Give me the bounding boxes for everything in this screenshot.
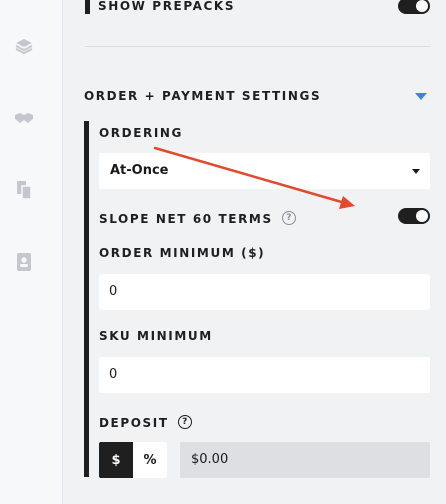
order-minimum-input[interactable]: 0 <box>99 274 430 310</box>
deposit-row: DEPOSIT ? <box>99 412 192 431</box>
sidebar <box>0 0 63 504</box>
ordering-select[interactable]: At-Once <box>99 153 430 189</box>
order-payment-settings-header[interactable]: ORDER + PAYMENT SETTINGS <box>84 89 321 103</box>
sku-minimum-input[interactable]: 0 <box>99 357 430 393</box>
order-minimum-value: 0 <box>109 284 118 299</box>
layers-icon[interactable] <box>14 36 34 56</box>
handshake-icon[interactable] <box>14 108 34 128</box>
slope-terms-toggle[interactable] <box>398 208 430 224</box>
documents-icon-svg <box>17 181 32 200</box>
contact-card-icon-svg <box>17 253 31 271</box>
collapse-caret-icon[interactable] <box>415 93 427 100</box>
layers-icon-svg <box>15 39 33 54</box>
arrow-head <box>339 196 355 209</box>
chevron-down-icon <box>412 169 420 174</box>
help-icon[interactable]: ? <box>281 210 296 225</box>
toggle-knob <box>416 210 428 222</box>
show-prepacks-toggle[interactable] <box>398 0 430 14</box>
section-accent-bar <box>85 0 90 14</box>
group-accent-bar <box>84 121 89 477</box>
deposit-label: DEPOSIT <box>99 416 169 430</box>
divider <box>85 46 430 47</box>
slope-terms-label: SLOPE NET 60 TERMS <box>99 212 273 226</box>
contact-card-icon[interactable] <box>14 252 34 272</box>
order-minimum-label: ORDER MINIMUM ($) <box>99 246 266 260</box>
deposit-dollar-button[interactable]: $ <box>99 442 133 478</box>
sku-minimum-value: 0 <box>109 367 118 382</box>
settings-panel: SHOW PREPACKS ORDER + PAYMENT SETTINGS O… <box>63 0 446 504</box>
ordering-label: ORDERING <box>99 126 183 140</box>
ordering-selected-value: At-Once <box>110 163 169 178</box>
slope-terms-row: SLOPE NET 60 TERMS ? <box>99 208 296 227</box>
toggle-knob <box>416 0 428 12</box>
documents-icon[interactable] <box>14 180 34 200</box>
sku-minimum-label: SKU MINIMUM <box>99 329 213 343</box>
deposit-amount-value: $0.00 <box>191 452 229 467</box>
handshake-icon-svg <box>15 113 33 123</box>
help-icon[interactable]: ? <box>177 414 192 429</box>
deposit-amount-input[interactable]: $0.00 <box>180 442 430 478</box>
deposit-percent-button[interactable]: % <box>133 442 167 478</box>
show-prepacks-label: SHOW PREPACKS <box>98 0 236 13</box>
